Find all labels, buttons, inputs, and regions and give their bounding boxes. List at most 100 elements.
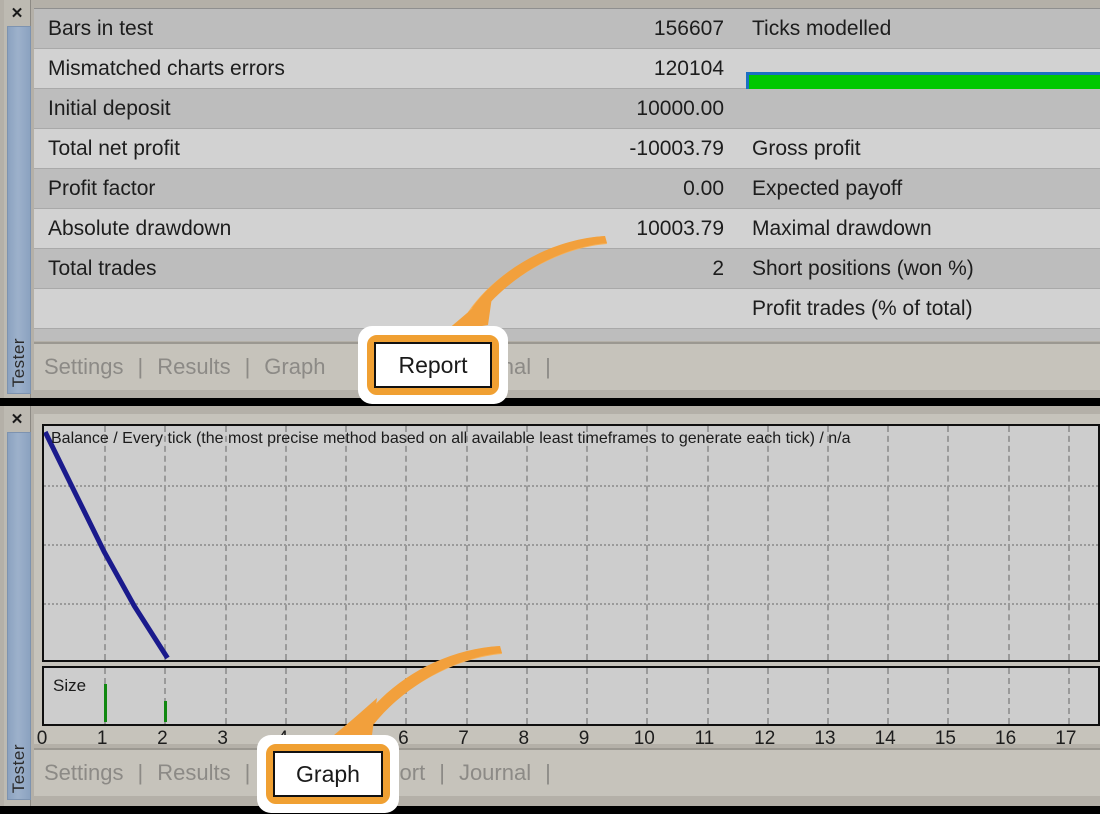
table-row[interactable]: Total net profit-10003.79Gross profit (34, 129, 1100, 169)
row-value: 156607 (582, 17, 724, 41)
tab-separator: | (541, 354, 555, 380)
axis-tick-label: 16 (995, 728, 1016, 750)
callout-ring: Graph (266, 744, 390, 804)
row-value: 10003.79 (582, 217, 724, 241)
axis-tick-label: 17 (1055, 728, 1076, 750)
tester-window: ✕ Tester Bars in test156607Ticks modelle… (0, 0, 1100, 814)
vertical-gridline (345, 668, 347, 724)
graph-panel: ✕ Tester Balance / Every tick (the most … (0, 406, 1100, 806)
tab-separator: | (541, 760, 555, 786)
vertical-gridline (707, 668, 709, 724)
row-label-secondary: Profit trades (% of total) (724, 297, 1100, 321)
graph-tab-settings[interactable]: Settings (34, 760, 134, 786)
tab-separator: | (134, 354, 148, 380)
vertical-gridline (1008, 668, 1010, 724)
axis-tick-label: 0 (37, 728, 48, 750)
axis-tick-label: 11 (695, 728, 715, 750)
vertical-gridline (586, 668, 588, 724)
size-label: Size (53, 676, 86, 696)
window-bottom-edge (0, 806, 1100, 814)
axis-tick-label: 9 (579, 728, 590, 750)
report-dock-strip: ✕ Tester (4, 0, 31, 400)
report-table: Bars in test156607Ticks modelledMismatch… (34, 8, 1100, 341)
vertical-gridline (646, 668, 648, 724)
balance-chart: Balance / Every tick (the most precise m… (42, 424, 1100, 662)
tab-separator: | (241, 354, 255, 380)
vertical-gridline (526, 668, 528, 724)
row-label-secondary: Maximal drawdown (724, 217, 1100, 241)
axis-tick-label: 8 (519, 728, 530, 750)
table-row[interactable]: Profit factor0.00Expected payoff (34, 169, 1100, 209)
axis-tick-label: 10 (634, 728, 655, 750)
axis-tick-label: 6 (398, 728, 409, 750)
row-value: 120104 (582, 57, 724, 81)
dock-tab-tester-graph[interactable]: Tester (7, 432, 31, 800)
row-label: Total trades (34, 257, 582, 281)
close-icon[interactable]: ✕ (4, 0, 30, 26)
table-row[interactable]: Mismatched charts errors120104 (34, 49, 1100, 89)
vertical-gridline (405, 668, 407, 724)
row-value: 0.00 (582, 177, 724, 201)
row-label-secondary: Ticks modelled (724, 17, 1100, 41)
axis-tick-label: 7 (458, 728, 469, 750)
axis-tick-label: 13 (814, 728, 835, 750)
graph-tab-journal[interactable]: Journal (449, 760, 541, 786)
close-icon[interactable]: ✕ (4, 406, 30, 432)
report-tab-settings[interactable]: Settings (34, 354, 134, 380)
row-label: Mismatched charts errors (34, 57, 582, 81)
report-tab-graph[interactable]: Graph (254, 354, 335, 380)
vertical-gridline (466, 668, 468, 724)
vertical-gridline (1068, 668, 1070, 724)
table-row[interactable]: Absolute drawdown10003.79Maximal drawdow… (34, 209, 1100, 249)
row-label: Bars in test (34, 17, 582, 41)
report-tab-results[interactable]: Results (147, 354, 240, 380)
row-value: -10003.79 (582, 137, 724, 161)
balance-line-plot (44, 426, 1100, 662)
axis-tick-label: 1 (97, 728, 108, 750)
row-value: 2 (582, 257, 724, 281)
graph-tab-results[interactable]: Results (147, 760, 240, 786)
axis-tick-label: 12 (754, 728, 775, 750)
row-value: 10000.00 (582, 97, 724, 121)
row-label-secondary: Short positions (won %) (724, 257, 1100, 281)
size-subchart: Size (42, 666, 1100, 726)
callout-label: Report (374, 342, 492, 388)
axis-tick-label: 2 (157, 728, 168, 750)
chart-title: Balance / Every tick (the most precise m… (51, 430, 851, 448)
size-bar (104, 684, 107, 722)
table-row[interactable]: Profit trades (% of total) (34, 289, 1100, 329)
table-row[interactable] (34, 329, 1100, 341)
graph-tab-strip: Settings|Results|Graph|Report|Journal| (34, 748, 1100, 796)
vertical-gridline (947, 668, 949, 724)
report-panel: ✕ Tester Bars in test156607Ticks modelle… (0, 0, 1100, 400)
row-label: Profit factor (34, 177, 582, 201)
balance-line (45, 432, 167, 658)
graph-area: Balance / Every tick (the most precise m… (34, 414, 1100, 744)
panel-divider (0, 398, 1100, 406)
vertical-gridline (827, 668, 829, 724)
report-tab-callout[interactable]: Report (358, 326, 508, 404)
axis-tick-label: 3 (217, 728, 228, 750)
graph-dock-strip: ✕ Tester (4, 406, 31, 806)
row-label: Initial deposit (34, 97, 582, 121)
dock-tab-tester-report[interactable]: Tester (7, 26, 31, 394)
vertical-gridline (767, 668, 769, 724)
axis-tick-label: 14 (875, 728, 896, 750)
dock-tab-label: Tester (9, 744, 29, 793)
report-tab-strip: Settings|Results|Graph|Report|Journal| (34, 342, 1100, 390)
vertical-gridline (887, 668, 889, 724)
vertical-gridline (285, 668, 287, 724)
vertical-gridline (225, 668, 227, 724)
table-row[interactable]: Total trades2Short positions (won %) (34, 249, 1100, 289)
row-label-secondary: Gross profit (724, 137, 1100, 161)
tab-separator: | (241, 760, 255, 786)
axis-tick-label: 15 (935, 728, 956, 750)
row-label: Absolute drawdown (34, 217, 582, 241)
callout-label: Graph (273, 751, 383, 797)
callout-ring: Report (367, 335, 499, 395)
table-row[interactable]: Bars in test156607Ticks modelled (34, 9, 1100, 49)
table-row[interactable]: Initial deposit10000.00 (34, 89, 1100, 129)
graph-tab-callout[interactable]: Graph (257, 735, 399, 813)
row-label-secondary: Expected payoff (724, 177, 1100, 201)
size-bar (164, 701, 167, 722)
